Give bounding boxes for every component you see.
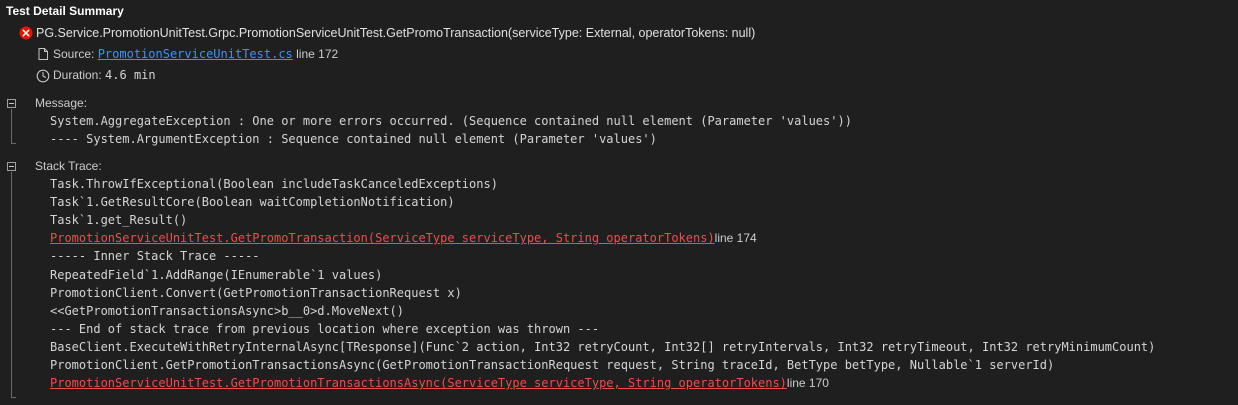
stack-trace-guide-line [11, 172, 12, 397]
stack-frame: PromotionClient.GetPromotionTransactions… [50, 357, 1054, 373]
stack-frame-source-link[interactable]: PromotionServiceUnitTest.GetPromoTransac… [50, 231, 715, 245]
message-collapse-toggle[interactable] [7, 99, 16, 108]
stack-frame: --- End of stack trace from previous loc… [50, 321, 599, 337]
stack-frame-line-number: line 174 [714, 231, 757, 246]
source-row: Source: PromotionServiceUnitTest.cs line… [53, 46, 338, 62]
stack-frame-source-link[interactable]: PromotionServiceUnitTest.GetPromotionTra… [50, 376, 787, 390]
duration-row: Duration: 4.6 min [53, 67, 156, 83]
source-file-link[interactable]: PromotionServiceUnitTest.cs [98, 47, 293, 61]
error-circle-icon [19, 26, 33, 40]
stack-frame-link-row: PromotionServiceUnitTest.GetPromoTransac… [50, 230, 757, 246]
stack-frame-link-row: PromotionServiceUnitTest.GetPromotionTra… [50, 375, 829, 391]
source-label: Source: [53, 47, 95, 61]
duration-value: 4.6 min [105, 68, 156, 82]
stack-frame-text: ----- Inner Stack Trace ----- [50, 249, 260, 264]
stack-frame: Task`1.GetResultCore(Boolean waitComplet… [50, 194, 455, 210]
message-guide-end [11, 143, 16, 144]
duration-label: Duration: [53, 68, 102, 82]
stack-frame: RepeatedField`1.AddRange(IEnumerable`1 v… [50, 267, 382, 283]
test-name: PG.Service.PromotionUnitTest.Grpc.Promot… [36, 26, 756, 40]
stack-frame: Task.ThrowIfExceptional(Boolean includeT… [50, 176, 498, 192]
source-file-icon [38, 48, 48, 60]
stack-frame: BaseClient.ExecuteWithRetryInternalAsync… [50, 339, 1155, 355]
stack-frame-text: Task.ThrowIfExceptional(Boolean includeT… [50, 177, 498, 191]
message-line: ---- System.ArgumentException : Sequence… [50, 132, 657, 146]
message-label: Message: [35, 96, 88, 110]
stack-frame: PromotionClient.Convert(GetPromotionTran… [50, 285, 462, 301]
stack-frame-text: Task`1.GetResultCore(Boolean waitComplet… [50, 195, 455, 210]
stack-frame-text: <<GetPromotionTransactionsAsync>b__0>d.M… [50, 303, 405, 318]
stack-frame-text: BaseClient.ExecuteWithRetryInternalAsync… [50, 339, 1156, 354]
stack-trace-label: Stack Trace: [35, 159, 102, 173]
stack-frame-text: PromotionClient.Convert(GetPromotionTran… [50, 285, 462, 300]
stack-frame-text: Task`1.get_Result() [50, 213, 188, 228]
clock-icon [36, 69, 50, 83]
stack-frame: Task`1.get_Result() [50, 212, 187, 228]
message-line: System.AggregateException : One or more … [50, 114, 852, 128]
panel-title: Test Detail Summary [6, 4, 124, 18]
stack-trace-collapse-toggle[interactable] [7, 162, 16, 171]
message-guide-line [11, 109, 12, 143]
stack-frame-text: --- End of stack trace from previous loc… [50, 321, 600, 336]
stack-frame-text: PromotionClient.GetPromotionTransactions… [50, 358, 1055, 372]
stack-frame: <<GetPromotionTransactionsAsync>b__0>d.M… [50, 303, 404, 319]
stack-frame: ----- Inner Stack Trace ----- [50, 248, 260, 264]
source-line-number: line 172 [296, 47, 339, 61]
stack-frame-line-number: line 170 [786, 376, 829, 391]
stack-trace-guide-end [11, 397, 16, 398]
stack-frame-text: RepeatedField`1.AddRange(IEnumerable`1 v… [50, 267, 383, 282]
